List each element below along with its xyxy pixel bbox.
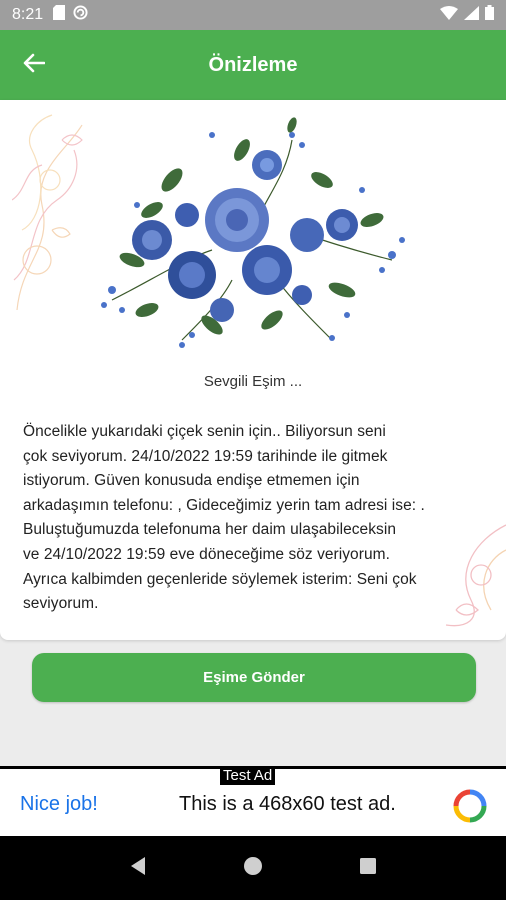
back-button[interactable]: [18, 50, 50, 80]
greeting-text: Sevgili Eşim ...: [203, 373, 303, 390]
app-bar: Önizleme: [0, 30, 506, 100]
signal-icon: [464, 5, 479, 25]
wifi-icon: [440, 5, 458, 25]
ad-nice-job-text[interactable]: Nice job!: [20, 793, 98, 816]
ad-tag-label: Test Ad: [220, 767, 276, 785]
page-title: Önizleme: [208, 53, 298, 76]
flower-bouquet-image: [101, 117, 405, 348]
arrow-back-icon: [23, 53, 46, 78]
sd-card-icon: [53, 5, 66, 25]
nav-home-button[interactable]: [233, 848, 273, 888]
nav-back-button[interactable]: [118, 848, 158, 888]
preview-card: Sevgili Eşim ... Öncelikle yukarıdaki çi…: [0, 100, 506, 640]
battery-icon: [485, 5, 494, 25]
decorative-flourish-left: [12, 114, 83, 311]
home-circle-icon: [243, 856, 263, 881]
status-time: 8:21: [12, 6, 44, 23]
message-text: Öncelikle yukarıdaki çiçek senin için.. …: [23, 423, 425, 613]
ad-banner[interactable]: Test Ad Nice job! This is a 468x60 test …: [0, 766, 506, 836]
recents-square-icon: [359, 857, 377, 880]
back-triangle-icon: [129, 856, 147, 881]
ad-body-text[interactable]: This is a 468x60 test ad.: [179, 793, 396, 816]
send-to-spouse-button[interactable]: Eşime Gönder: [32, 653, 476, 702]
nav-recents-button[interactable]: [348, 848, 388, 888]
ad-logo-icon: [453, 789, 487, 823]
status-bar: 8:21: [0, 0, 506, 30]
sync-icon: [73, 5, 88, 25]
system-nav-bar: [0, 836, 506, 900]
